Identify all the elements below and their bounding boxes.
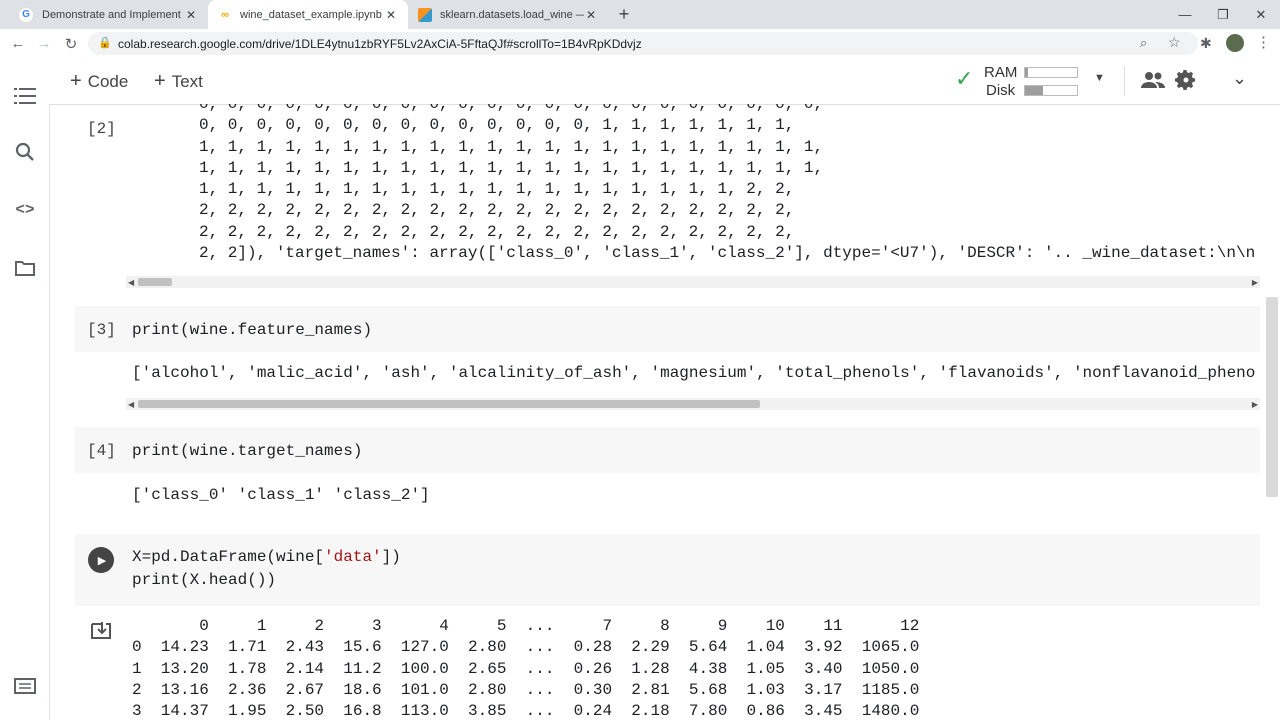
code-line[interactable]: print(wine.target_names) bbox=[132, 442, 362, 460]
add-text-cell-button[interactable]: + Text bbox=[154, 70, 203, 93]
cell-exec-count: [3] bbox=[87, 321, 116, 339]
code-cell[interactable]: [4] print(wine.target_names) bbox=[75, 427, 1260, 473]
table-row: 2 13.16 2.36 2.67 18.6 101.0 2.80 ... 0.… bbox=[132, 680, 920, 699]
output-line: 1, 1, 1, 1, 1, 1, 1, 1, 1, 1, 1, 1, 1, 1… bbox=[199, 158, 824, 177]
cell-exec-count: [2] bbox=[87, 120, 116, 138]
new-tab-button[interactable]: + bbox=[610, 0, 638, 29]
tab-title: wine_dataset_example.ipynb - Co bbox=[240, 8, 384, 21]
browser-tab-1[interactable]: G Demonstrate and Implement the ✕ bbox=[8, 0, 208, 29]
scroll-right-icon[interactable]: ▶ bbox=[1252, 278, 1258, 287]
extensions-icon[interactable]: ✱ bbox=[1200, 35, 1212, 52]
output-line: 1, 1, 1, 1, 1, 1, 1, 1, 1, 1, 1, 1, 1, 1… bbox=[199, 180, 795, 199]
output-line: 0, 0, 0, 0, 0, 0, 0, 0, 0, 0, 0, 0, 0, 0… bbox=[199, 104, 824, 113]
output-line: 2, 2, 2, 2, 2, 2, 2, 2, 2, 2, 2, 2, 2, 2… bbox=[199, 201, 795, 220]
share-people-icon[interactable] bbox=[1140, 68, 1166, 92]
cell-output: ['alcohol', 'malic_acid', 'ash', 'alcali… bbox=[132, 364, 1256, 382]
code-snippets-icon[interactable]: <> bbox=[13, 198, 37, 222]
disk-usage-fill bbox=[1025, 86, 1044, 95]
output-line: 2, 2, 2, 2, 2, 2, 2, 2, 2, 2, 2, 2, 2, 2… bbox=[199, 222, 795, 241]
omnibox[interactable]: 🔒 colab.research.google.com/drive/1DLE4y… bbox=[88, 32, 1198, 55]
left-sidebar: <> bbox=[0, 88, 50, 720]
code-label: Code bbox=[87, 71, 129, 91]
url-text[interactable]: colab.research.google.com/drive/1DLE4ytn… bbox=[118, 37, 642, 51]
output-actions-icon[interactable] bbox=[90, 620, 112, 642]
table-row: 1 13.20 1.78 2.14 11.2 100.0 2.65 ... 0.… bbox=[132, 659, 920, 678]
zoom-icon[interactable]: ⌕ bbox=[1140, 35, 1147, 51]
reload-icon[interactable]: ↻ bbox=[58, 29, 84, 58]
browser-tab-3[interactable]: sklearn.datasets.load_wine — sci ✕ bbox=[408, 0, 608, 29]
output-line: 0, 0, 0, 0, 0, 0, 0, 0, 0, 0, 0, 0, 0, 0… bbox=[199, 116, 795, 135]
output-line: 2, 2]), 'target_names': array(['class_0'… bbox=[199, 244, 1256, 263]
disk-usage-bar bbox=[1024, 85, 1078, 96]
scrollbar-thumb[interactable] bbox=[138, 278, 172, 286]
back-icon[interactable]: ← bbox=[5, 29, 31, 58]
table-row: 0 14.23 1.71 2.43 15.6 127.0 2.80 ... 0.… bbox=[132, 638, 920, 657]
code-line[interactable]: print(X.head()) bbox=[132, 571, 276, 589]
files-folder-icon[interactable] bbox=[13, 256, 37, 280]
plus-icon: + bbox=[154, 70, 166, 92]
table-row: 3 14.37 1.95 2.50 16.8 113.0 3.85 ... 0.… bbox=[132, 702, 920, 720]
output-line: 1, 1, 1, 1, 1, 1, 1, 1, 1, 1, 1, 1, 1, 1… bbox=[199, 137, 824, 156]
runtime-dropdown-icon[interactable]: ▼ bbox=[1094, 72, 1105, 84]
run-cell-button[interactable]: ▶ bbox=[88, 547, 114, 573]
cell-output: 0, 0, 0, 0, 0, 0, 0, 0, 0, 0, 0, 0, 0, 0… bbox=[199, 104, 1261, 264]
dataframe-output: 0 1 2 3 4 5 ... 7 8 9 10 11 12 0 14.23 1… bbox=[132, 616, 919, 720]
forward-icon[interactable]: → bbox=[31, 29, 57, 58]
ram-usage-fill bbox=[1025, 68, 1028, 77]
cell-exec-count: [4] bbox=[87, 442, 116, 460]
tab-title: Demonstrate and Implement the bbox=[42, 8, 184, 21]
sklearn-icon bbox=[418, 7, 432, 22]
colab-icon: ∞ bbox=[221, 8, 229, 21]
close-tab-icon[interactable]: ✕ bbox=[184, 8, 198, 22]
minimize-icon[interactable]: — bbox=[1166, 0, 1204, 29]
code-line[interactable]: X=pd.DataFrame(wine['data']) bbox=[132, 548, 401, 566]
disk-label: Disk bbox=[986, 82, 1016, 99]
notebook-area: [2] 0, 0, 0, 0, 0, 0, 0, 0, 0, 0, 0, 0, … bbox=[50, 104, 1280, 720]
bookmark-star-icon[interactable]: ☆ bbox=[1168, 34, 1181, 51]
table-of-contents-icon[interactable] bbox=[13, 84, 37, 108]
restore-icon[interactable]: ❐ bbox=[1204, 0, 1242, 29]
code-cell[interactable]: [3] print(wine.feature_names) bbox=[75, 306, 1260, 352]
scroll-left-icon[interactable]: ◀ bbox=[128, 278, 134, 287]
toolbar-divider bbox=[1124, 66, 1125, 96]
collapse-header-chevron-icon[interactable]: ⌄ bbox=[1232, 68, 1247, 89]
notebook-vertical-scrollbar[interactable] bbox=[1266, 297, 1278, 497]
resource-monitor[interactable]: RAM Disk bbox=[984, 63, 1079, 101]
scroll-left-icon[interactable]: ◀ bbox=[128, 400, 134, 409]
play-icon: ▶ bbox=[97, 554, 107, 567]
code-line[interactable]: print(wine.feature_names) bbox=[132, 321, 372, 339]
code-text: X=pd.DataFrame(wine[ bbox=[132, 548, 325, 566]
code-cell[interactable]: ▶ X=pd.DataFrame(wine['data']) print(X.h… bbox=[75, 534, 1260, 606]
browser-tab-2[interactable]: ∞ wine_dataset_example.ipynb - Co ✕ bbox=[208, 0, 408, 29]
google-icon: G bbox=[18, 6, 34, 23]
close-tab-icon[interactable]: ✕ bbox=[584, 8, 598, 22]
add-code-cell-button[interactable]: + Code bbox=[70, 70, 128, 93]
scrollbar-thumb[interactable] bbox=[138, 400, 760, 408]
scroll-right-icon[interactable]: ▶ bbox=[1252, 400, 1258, 409]
table-header-row: 0 1 2 3 4 5 ... 7 8 9 10 11 12 bbox=[132, 617, 920, 635]
colab-toolbar: + Code + Text ✓ RAM Disk ▼ ⌄ bbox=[0, 58, 1280, 105]
lock-icon: 🔒 bbox=[98, 37, 112, 49]
settings-gear-icon[interactable] bbox=[1174, 68, 1198, 92]
search-icon[interactable] bbox=[13, 140, 37, 164]
profile-avatar[interactable] bbox=[1226, 34, 1244, 52]
close-tab-icon[interactable]: ✕ bbox=[384, 8, 398, 22]
output-horizontal-scrollbar[interactable]: ◀ ▶ bbox=[126, 276, 1260, 288]
cell-output: ['class_0' 'class_1' 'class_2'] bbox=[132, 486, 430, 504]
connected-checkmark-icon: ✓ bbox=[955, 66, 974, 91]
code-string: 'data' bbox=[324, 548, 382, 566]
ram-usage-bar bbox=[1024, 67, 1078, 78]
text-label: Text bbox=[171, 71, 203, 91]
code-text: ]) bbox=[381, 548, 401, 566]
browser-address-bar: ← → ↻ 🔒 colab.research.google.com/drive/… bbox=[0, 29, 1280, 59]
output-horizontal-scrollbar[interactable]: ◀ ▶ bbox=[126, 398, 1260, 410]
tab-title: sklearn.datasets.load_wine — sci bbox=[440, 8, 584, 21]
ram-label: RAM bbox=[984, 64, 1018, 81]
browser-tab-strip: G Demonstrate and Implement the ✕ ∞ wine… bbox=[0, 0, 1280, 29]
plus-icon: + bbox=[70, 70, 82, 92]
terminal-icon[interactable] bbox=[13, 674, 37, 698]
close-window-icon[interactable]: ✕ bbox=[1242, 0, 1280, 29]
browser-menu-icon[interactable]: ⋮ bbox=[1256, 33, 1271, 51]
